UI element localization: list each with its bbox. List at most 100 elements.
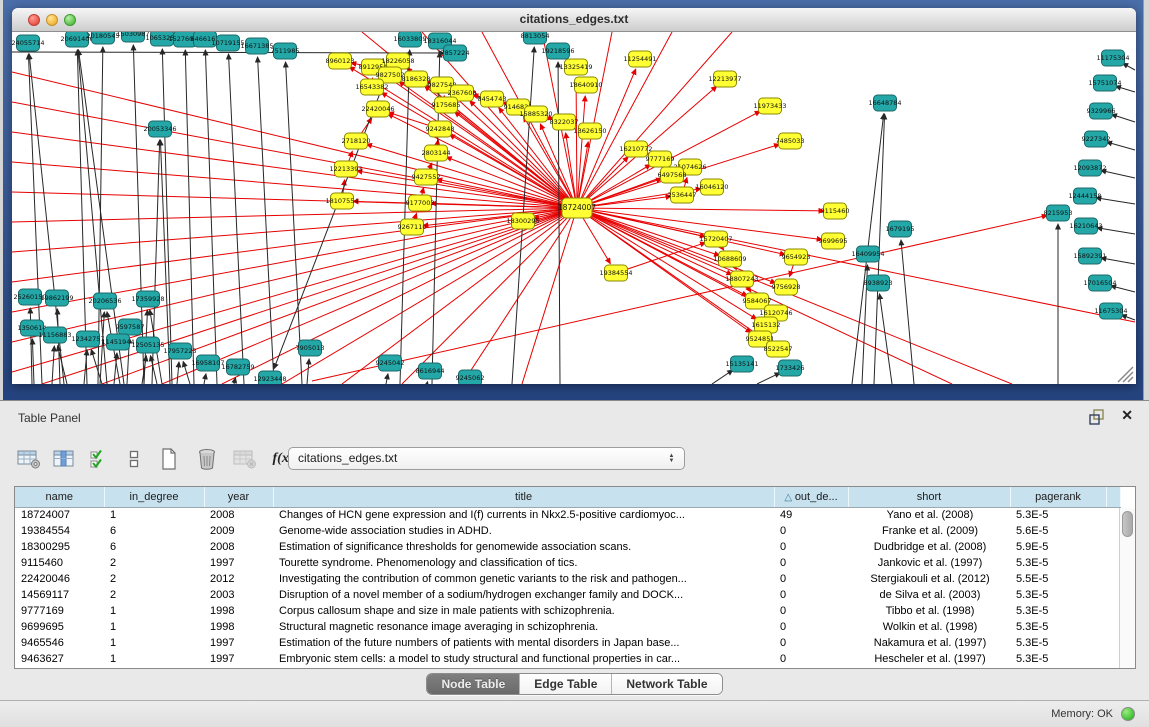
table-row[interactable]: 1456911722003Disruption of a novel membe… xyxy=(15,587,1120,603)
table-cell[interactable]: 19384554 xyxy=(15,523,104,539)
table-cell[interactable]: Yano et al. (2008) xyxy=(848,507,1010,523)
table-cell[interactable]: 9465546 xyxy=(15,635,104,651)
table-cell[interactable]: 9463627 xyxy=(15,651,104,667)
table-selector-dropdown[interactable]: citations_edges.txt ▲▼ xyxy=(288,447,685,470)
graph-node[interactable]: 11156883 xyxy=(38,327,71,343)
graph-node[interactable]: 12505135 xyxy=(131,337,164,353)
close-panel-icon[interactable]: ✕ xyxy=(1121,407,1133,424)
graph-node[interactable]: 19384554 xyxy=(599,265,632,281)
graph-node[interactable]: 9597587 xyxy=(116,319,145,335)
table-cell[interactable]: 5.3E-5 xyxy=(1010,507,1106,523)
graph-node[interactable]: 22420046 xyxy=(361,101,394,117)
table-row[interactable]: 1830029562008Estimation of significance … xyxy=(15,539,1120,555)
table-cell[interactable]: 5.3E-5 xyxy=(1010,555,1106,571)
graph-node[interactable]: 9175685 xyxy=(432,97,461,113)
graph-node[interactable]: 9245062 xyxy=(456,370,485,384)
column-header-in_degree[interactable]: in_degree xyxy=(104,487,204,507)
graph-node[interactable]: 17359928 xyxy=(131,291,164,307)
graph-node[interactable]: 16210643 xyxy=(1069,218,1102,234)
graph-node[interactable]: 12213977 xyxy=(708,71,741,87)
graph-node[interactable]: 13626150 xyxy=(573,123,606,139)
table-cell[interactable]: 5.3E-5 xyxy=(1010,587,1106,603)
graph-node[interactable]: 11675304 xyxy=(1094,303,1127,319)
graph-node[interactable]: 8616944 xyxy=(416,363,445,379)
graph-node[interactable]: 9245042 xyxy=(376,355,405,371)
graph-node[interactable]: 20206536 xyxy=(88,293,121,309)
graph-node[interactable]: 17957223 xyxy=(163,343,196,359)
graph-node[interactable]: 18300295 xyxy=(506,213,539,229)
column-header-year[interactable]: year xyxy=(204,487,273,507)
graph-node[interactable]: 11175304 xyxy=(1096,50,1129,66)
table-cell[interactable]: 1997 xyxy=(204,555,273,571)
table-cell[interactable]: 1 xyxy=(104,603,204,619)
graph-node[interactable]: 6497568 xyxy=(658,167,687,183)
table-cell[interactable]: 1 xyxy=(104,507,204,523)
minimize-window-button[interactable] xyxy=(46,14,58,26)
graph-node[interactable]: 9177003 xyxy=(406,195,435,211)
table-cell[interactable]: Estimation of the future numbers of pati… xyxy=(273,635,774,651)
graph-node[interactable]: 16409954 xyxy=(851,246,884,262)
graph-node[interactable]: 15135141 xyxy=(725,356,758,372)
table-cell[interactable]: 1 xyxy=(104,651,204,667)
import-table-button[interactable] xyxy=(232,446,258,472)
table-cell[interactable]: Wolkin et al. (1998) xyxy=(848,619,1010,635)
table-cell[interactable]: 5.3E-5 xyxy=(1010,635,1106,651)
table-cell[interactable]: 5.3E-5 xyxy=(1010,651,1106,667)
tab-edge-table[interactable]: Edge Table xyxy=(519,674,611,694)
graph-node[interactable]: 7905013 xyxy=(296,340,325,356)
table-cell[interactable]: Changes of HCN gene expression and I(f) … xyxy=(273,507,774,523)
graph-node[interactable]: 8454743 xyxy=(478,91,507,107)
graph-node[interactable]: 15751074 xyxy=(1088,75,1121,91)
graph-node[interactable]: 8938923 xyxy=(864,275,893,291)
graph-node[interactable]: 15892391 xyxy=(1073,248,1106,264)
table-cell[interactable]: 0 xyxy=(774,619,848,635)
graph-node[interactable]: 7857224 xyxy=(441,45,470,61)
graph-node[interactable]: 9756928 xyxy=(772,279,801,295)
table-cell[interactable]: 49 xyxy=(774,507,848,523)
table-row[interactable]: 1938455462009Genome-wide association stu… xyxy=(15,523,1120,539)
delete-table-button[interactable] xyxy=(194,446,220,472)
graph-node[interactable]: 16671385 xyxy=(240,38,273,54)
table-cell[interactable]: 1998 xyxy=(204,619,273,635)
graph-node[interactable]: 8215953 xyxy=(1044,205,1073,221)
graph-node[interactable]: 9654923 xyxy=(782,249,811,265)
select-all-button[interactable] xyxy=(86,446,112,472)
table-cell[interactable]: 0 xyxy=(774,587,848,603)
table-cell[interactable]: 5.5E-5 xyxy=(1010,571,1106,587)
graph-node[interactable]: 2536447 xyxy=(668,187,697,203)
table-cell[interactable]: 2012 xyxy=(204,571,273,587)
column-header-short[interactable]: short xyxy=(848,487,1010,507)
row-options-button[interactable] xyxy=(121,446,147,472)
table-cell[interactable]: 0 xyxy=(774,523,848,539)
table-cell[interactable]: Embryonic stem cells: a model to study s… xyxy=(273,651,774,667)
table-cell[interactable]: 1998 xyxy=(204,603,273,619)
table-cell[interactable]: 2008 xyxy=(204,507,273,523)
graph-node[interactable]: 9699695 xyxy=(819,233,848,249)
graph-node[interactable]: 2803144 xyxy=(422,145,451,161)
table-cell[interactable]: 2 xyxy=(104,587,204,603)
table-header-row[interactable]: namein_degreeyeartitle△ out_de...shortpa… xyxy=(15,487,1120,507)
tab-node-table[interactable]: Node Table xyxy=(427,674,519,694)
graph-node[interactable]: 15885320 xyxy=(519,106,552,122)
graph-node[interactable]: 19862199 xyxy=(40,290,73,306)
table-scrollbar[interactable] xyxy=(1119,508,1135,668)
network-view-window[interactable]: citations_edges.txt 18724007896012389129… xyxy=(12,8,1136,384)
table-cell[interactable]: 1997 xyxy=(204,651,273,667)
table-cell[interactable]: 2 xyxy=(104,571,204,587)
graph-node[interactable]: 24055714 xyxy=(12,35,45,51)
table-cell[interactable]: Tibbo et al. (1998) xyxy=(848,603,1010,619)
graph-node[interactable]: 8186328 xyxy=(402,71,431,87)
graph-node[interactable]: 1733426 xyxy=(776,360,805,376)
graph-node[interactable]: 9227342 xyxy=(1082,131,1111,147)
table-cell[interactable]: 5.3E-5 xyxy=(1010,619,1106,635)
table-cell[interactable]: 14569117 xyxy=(15,587,104,603)
table-cell[interactable]: 1 xyxy=(104,619,204,635)
graph-node[interactable]: 9242848 xyxy=(426,121,455,137)
graph-node[interactable]: 12213393 xyxy=(329,161,362,177)
table-cell[interactable]: 1 xyxy=(104,635,204,651)
table-scrollbar-thumb[interactable] xyxy=(1122,511,1133,537)
table-row[interactable]: 946362711997Embryonic stem cells: a mode… xyxy=(15,651,1120,667)
table-cell[interactable]: 5.3E-5 xyxy=(1010,603,1106,619)
graph-node[interactable]: 15720407 xyxy=(699,231,732,247)
table-cell[interactable]: Investigating the contribution of common… xyxy=(273,571,774,587)
